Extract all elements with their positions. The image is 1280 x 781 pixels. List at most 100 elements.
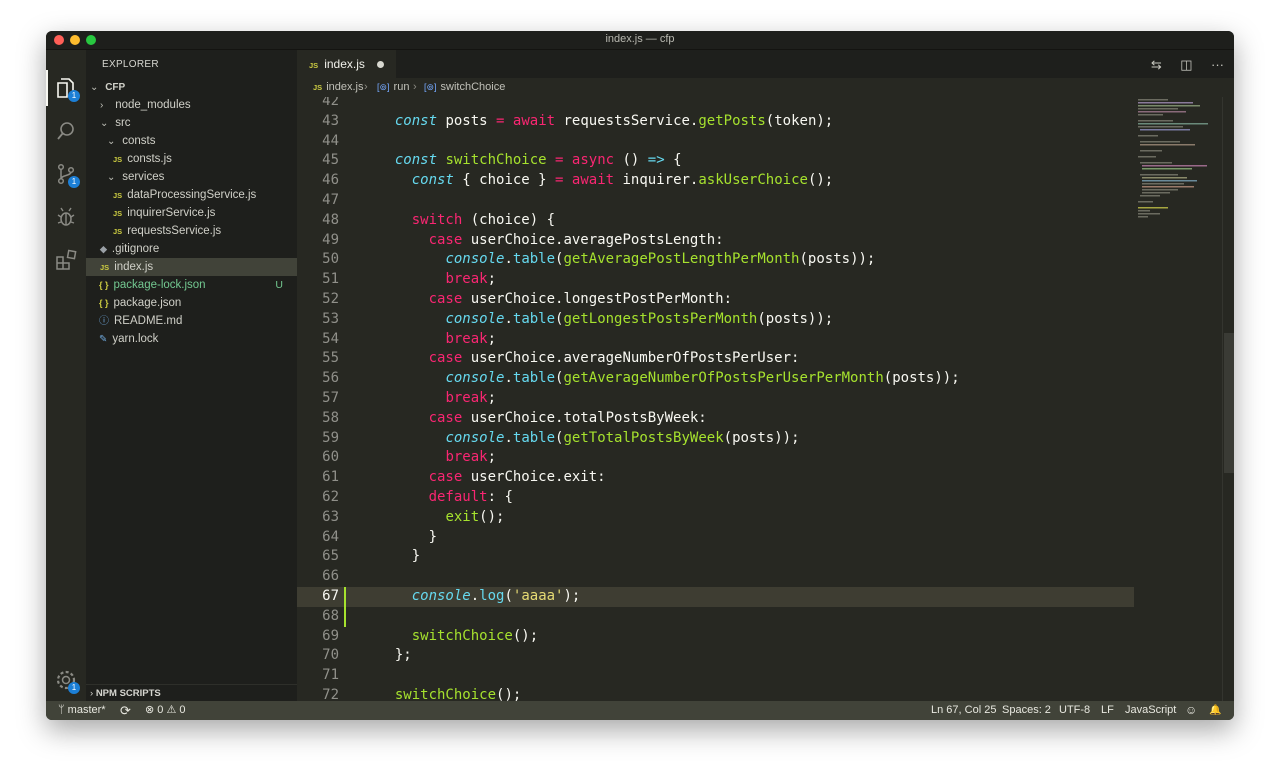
code-line[interactable]: 47: [297, 191, 1134, 211]
scroll-thumb[interactable]: [1224, 333, 1234, 473]
breadcrumb-run[interactable]: [⊚] run: [377, 78, 409, 97]
code-line[interactable]: 49 case userChoice.averagePostsLength:: [297, 231, 1134, 251]
line-number: 69: [322, 627, 339, 644]
source-control-icon[interactable]: 1: [54, 162, 80, 188]
code-line[interactable]: 64 }: [297, 528, 1134, 548]
js-file-icon: JS: [113, 191, 123, 200]
minimap[interactable]: [1134, 97, 1222, 701]
tree-item-consts-js[interactable]: JS consts.js: [86, 150, 297, 168]
tree-item-label: .gitignore: [111, 243, 160, 255]
code-line[interactable]: 44: [297, 132, 1134, 152]
tree-item-readme[interactable]: ⓘ README.md: [86, 312, 297, 330]
tree-item-package-json[interactable]: { } package.json: [86, 294, 297, 312]
explorer-icon[interactable]: 1: [54, 76, 80, 102]
chevron-down-icon: ⌄: [100, 118, 109, 129]
tree-item-services-folder[interactable]: ⌄ services: [86, 168, 297, 186]
code-line[interactable]: 59 console.table(getTotalPostsByWeek(pos…: [297, 429, 1134, 449]
line-number: 58: [322, 409, 339, 426]
code-line[interactable]: 50 console.table(getAveragePostLengthPer…: [297, 250, 1134, 270]
error-icon: ⊗: [145, 704, 155, 716]
gear-icon[interactable]: 1: [54, 668, 80, 694]
code-line[interactable]: 70 };: [297, 646, 1134, 666]
code-line[interactable]: 53 console.table(getLongestPostsPerMonth…: [297, 310, 1134, 330]
tree-item-requests-service[interactable]: JS requestsService.js: [86, 222, 297, 240]
code-text: }: [378, 528, 438, 545]
bell-icon[interactable]: 🔔: [1209, 701, 1221, 720]
end-of-line[interactable]: LF: [1101, 701, 1114, 720]
js-file-icon: JS: [113, 227, 123, 236]
branch-status[interactable]: ᛘ master*: [58, 701, 106, 720]
tree-item-yarn-lock[interactable]: ✎ yarn.lock: [86, 330, 297, 348]
explorer-header: EXPLORER: [102, 59, 159, 70]
code-line[interactable]: 62 default: {: [297, 488, 1134, 508]
code-line[interactable]: 58 case userChoice.totalPostsByWeek:: [297, 409, 1134, 429]
tree-item-consts-folder[interactable]: ⌄ consts: [86, 132, 297, 150]
breadcrumb-file[interactable]: JS index.js: [313, 78, 363, 97]
tab-index-js[interactable]: JS index.js: [297, 50, 396, 78]
sync-icon[interactable]: ⟳: [120, 701, 131, 720]
code-line[interactable]: 60 break;: [297, 448, 1134, 468]
search-icon[interactable]: [54, 119, 78, 143]
code-line[interactable]: 67 console.log('aaaa');: [297, 587, 1134, 607]
code-line[interactable]: 43 const posts = await requestsService.g…: [297, 112, 1134, 132]
tree-item-package-lock[interactable]: { } package-lock.json U: [86, 276, 297, 294]
json-file-icon: { }: [99, 280, 109, 290]
breadcrumb-separator: ›: [413, 81, 417, 93]
code-line[interactable]: 51 break;: [297, 270, 1134, 290]
tree-item-src[interactable]: ⌄ src: [86, 114, 297, 132]
code-line[interactable]: 52 case userChoice.longestPostPerMonth:: [297, 290, 1134, 310]
editor-scrollbar[interactable]: [1222, 97, 1234, 701]
code-line[interactable]: 68: [297, 607, 1134, 627]
code-line[interactable]: 48 switch (choice) {: [297, 211, 1134, 231]
unsaved-dot-icon[interactable]: [377, 61, 384, 68]
code-line[interactable]: 69 switchChoice();: [297, 627, 1134, 647]
more-actions-icon[interactable]: ···: [1211, 57, 1224, 72]
tree-item-node-modules[interactable]: › node_modules: [86, 96, 297, 114]
code-line[interactable]: 63 exit();: [297, 508, 1134, 528]
language-mode[interactable]: JavaScript: [1125, 701, 1176, 720]
line-number: 49: [322, 231, 339, 248]
cursor-position[interactable]: Ln 67, Col 25: [931, 701, 996, 720]
code-line[interactable]: 65 }: [297, 547, 1134, 567]
code-text: switchChoice();: [394, 687, 522, 701]
code-line[interactable]: 46 const { choice } = await inquirer.ask…: [297, 171, 1134, 191]
indentation[interactable]: Spaces: 2: [1002, 701, 1051, 720]
problems-status[interactable]: ⊗ 0 ⚠ 0: [145, 701, 186, 720]
modified-lines-gutter-marker[interactable]: [344, 587, 346, 627]
encoding[interactable]: UTF-8: [1059, 701, 1090, 720]
breadcrumb-switch-choice[interactable]: [⊚] switchChoice: [424, 78, 505, 97]
feedback-icon[interactable]: ☺: [1185, 701, 1197, 720]
code-line[interactable]: 57 break;: [297, 389, 1134, 409]
tree-item-inquirer-service[interactable]: JS inquirerService.js: [86, 204, 297, 222]
code-line[interactable]: 42: [297, 97, 1134, 112]
tab-bar: JS index.js ⇆ ◫ ···: [297, 50, 1234, 78]
npm-scripts-section[interactable]: › NPM SCRIPTS: [86, 684, 297, 702]
split-editor-icon[interactable]: ◫: [1180, 57, 1192, 73]
workspace-root[interactable]: ⌄ CFP: [86, 78, 297, 96]
tree-item-gitignore[interactable]: ◆ .gitignore: [86, 240, 297, 258]
tree-item-index-js[interactable]: JS index.js: [86, 258, 297, 276]
code-line[interactable]: 71: [297, 666, 1134, 686]
tree-item-data-processing-service[interactable]: JS dataProcessingService.js: [86, 186, 297, 204]
code-text: switch (choice) {: [411, 211, 556, 228]
code-line[interactable]: 61 case userChoice.exit:: [297, 468, 1134, 488]
debug-icon[interactable]: [54, 205, 78, 229]
code-line[interactable]: 56 console.table(getAverageNumberOfPosts…: [297, 369, 1134, 389]
extensions-icon[interactable]: [54, 248, 78, 272]
code-text: console.table(getAverageNumberOfPostsPer…: [445, 370, 960, 387]
chevron-down-icon: ⌄: [107, 136, 116, 147]
line-number: 55: [322, 350, 339, 367]
open-changes-icon[interactable]: ⇆: [1151, 57, 1162, 73]
breadcrumb-separator: ›: [364, 81, 368, 93]
code-line[interactable]: 54 break;: [297, 330, 1134, 350]
code-text: const posts = await requestsService.getP…: [394, 112, 834, 129]
code-line[interactable]: 66: [297, 567, 1134, 587]
breadcrumb: JS index.js › [⊚] run › [⊚] switchChoice: [297, 78, 1234, 97]
workspace-root-label: CFP: [105, 82, 126, 93]
code-line[interactable]: 45 const switchChoice = async () => {: [297, 151, 1134, 171]
js-file-icon: JS: [313, 83, 323, 92]
line-number: 64: [322, 528, 339, 545]
code-editor[interactable]: 42 43 const posts = await requestsService…: [297, 97, 1134, 701]
code-line[interactable]: 72 switchChoice();: [297, 686, 1134, 701]
code-line[interactable]: 55 case userChoice.averageNumberOfPostsP…: [297, 349, 1134, 369]
